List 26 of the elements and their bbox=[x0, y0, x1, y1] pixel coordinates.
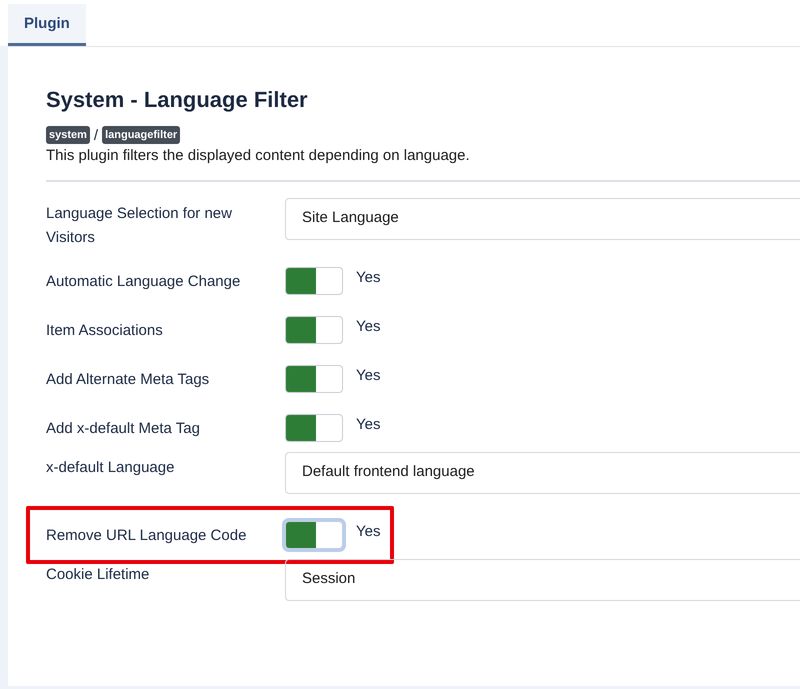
plugin-title: System - Language Filter bbox=[46, 87, 309, 113]
tag: languagefilter bbox=[102, 126, 180, 144]
toggle-switch[interactable] bbox=[285, 414, 343, 442]
toggle-label: Yes bbox=[356, 318, 380, 335]
toggle-switch[interactable] bbox=[285, 364, 343, 392]
toggle-switch[interactable] bbox=[285, 266, 343, 294]
description: This plugin filters the displayed content depending on language. bbox=[46, 147, 471, 164]
toggle-label: Yes bbox=[356, 367, 380, 384]
field-label: Add x-default Meta Tag bbox=[46, 418, 201, 438]
tab[interactable]: Plugin bbox=[8, 4, 86, 46]
field-label: Cookie Lifetime bbox=[46, 565, 150, 585]
select-field[interactable]: Default frontend language bbox=[285, 452, 800, 494]
separator-text: / bbox=[94, 126, 98, 144]
toggle-switch[interactable] bbox=[285, 316, 343, 344]
field-label: Automatic Language Change bbox=[46, 272, 242, 292]
field-label: x-default Language bbox=[46, 458, 176, 478]
select-field[interactable]: Session bbox=[285, 559, 800, 601]
field-label: Language Selection for new Visitors bbox=[46, 204, 233, 248]
select-field[interactable]: Site Language bbox=[285, 198, 800, 240]
tag: system bbox=[46, 126, 90, 144]
field-label: Item Associations bbox=[46, 320, 164, 340]
field-label: Remove URL Language Code bbox=[46, 526, 248, 546]
toggle-label: Yes bbox=[356, 416, 380, 433]
field-label: Add Alternate Meta Tags bbox=[46, 370, 210, 390]
toggle-label: Yes bbox=[356, 523, 380, 540]
toggle-label: Yes bbox=[356, 269, 380, 286]
